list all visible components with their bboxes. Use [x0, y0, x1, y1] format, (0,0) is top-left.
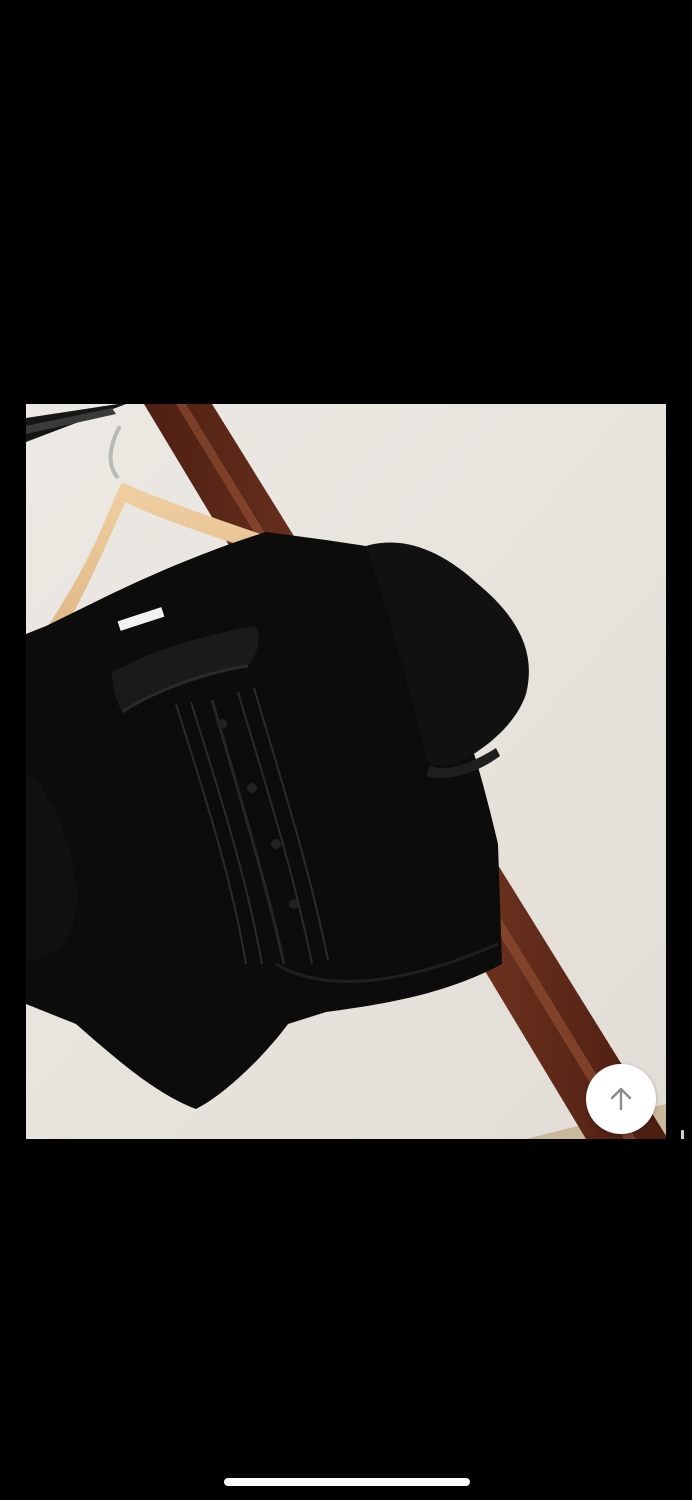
product-photo-illustration	[26, 404, 666, 1139]
arrow-up-icon	[610, 1087, 632, 1111]
home-indicator[interactable]	[224, 1478, 470, 1486]
viewer-bottom-letterbox	[0, 1139, 692, 1500]
scroll-to-top-button[interactable]	[586, 1064, 656, 1134]
viewer-top-letterbox	[0, 0, 692, 404]
product-photo[interactable]	[26, 404, 666, 1139]
